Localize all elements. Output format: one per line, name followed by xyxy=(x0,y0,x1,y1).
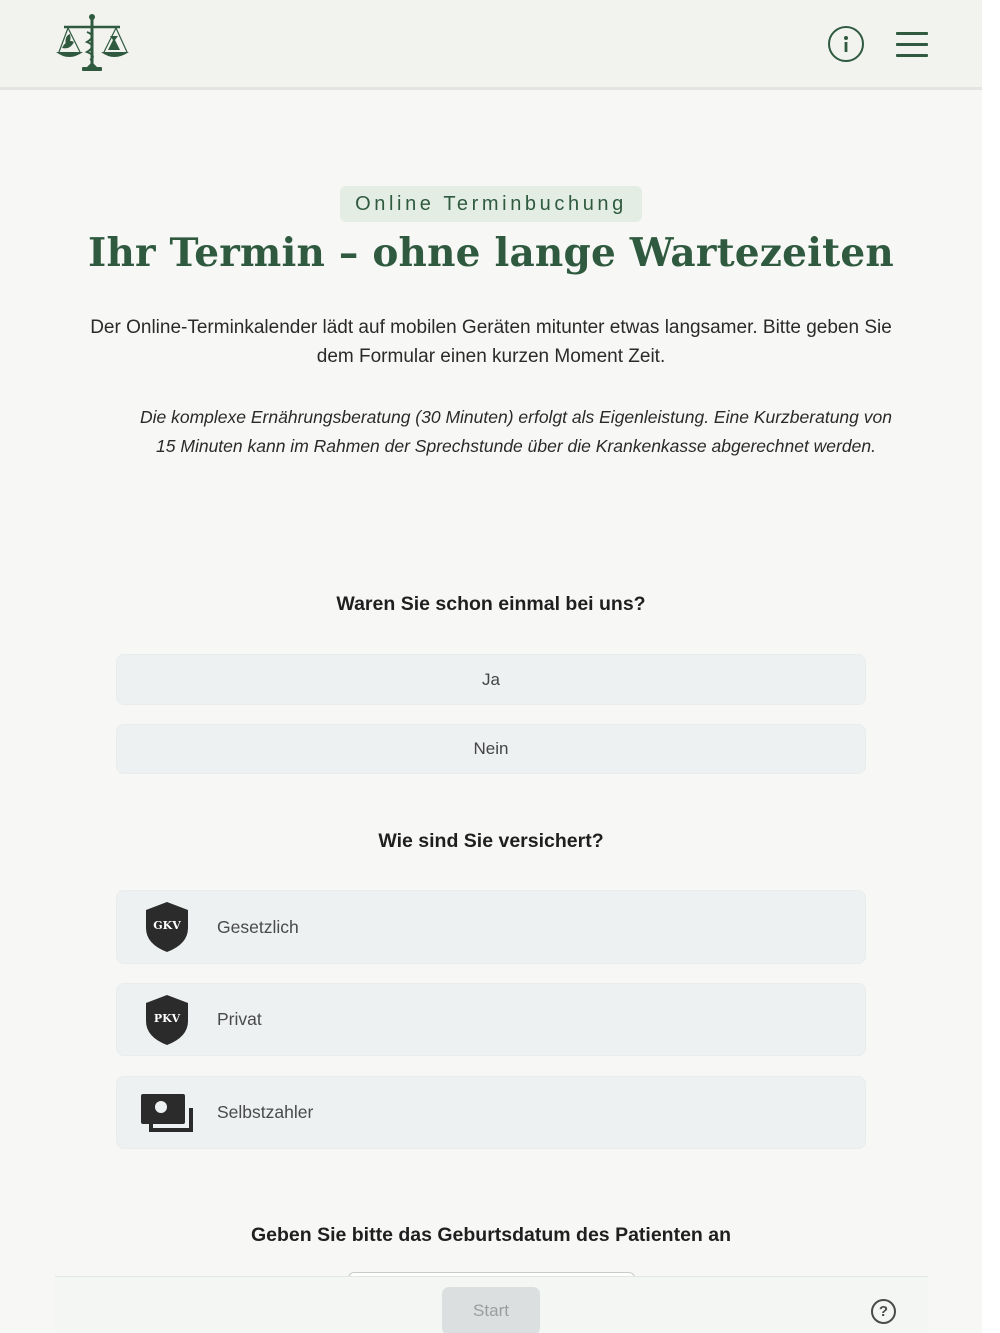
scales-caduceus-logo-icon[interactable] xyxy=(54,12,130,76)
insurance-option-gesetzlich[interactable]: GKV Gesetzlich xyxy=(116,890,866,964)
help-icon: ? xyxy=(878,1303,889,1320)
insurance-option-selbstzahler[interactable]: Selbstzahler xyxy=(116,1076,866,1149)
option-yes-button[interactable]: Ja xyxy=(116,654,866,705)
birthdate-question: Geben Sie bitte das Geburtsdatum des Pat… xyxy=(250,1224,732,1246)
option-yes-label: Ja xyxy=(482,669,500,689)
option-no-label: Nein xyxy=(473,739,509,758)
pkv-badge-text: PKV xyxy=(154,1012,181,1025)
cash-icon xyxy=(117,1092,217,1134)
shield-pkv-icon: PKV xyxy=(117,993,217,1047)
intro-text: Der Online-Terminkalender lädt auf mobil… xyxy=(90,317,892,367)
shield-gkv-icon: GKV xyxy=(117,900,217,954)
page-title: Ihr Termin – ohne lange Wartezeiten xyxy=(88,230,894,276)
billing-note: Die komplexe Ernährungsberatung (30 Minu… xyxy=(140,407,892,456)
hamburger-menu-button[interactable] xyxy=(896,30,928,58)
insurance-label-gesetzlich: Gesetzlich xyxy=(217,916,299,937)
top-navigation-bar xyxy=(0,0,982,90)
insurance-label-selbstzahler: Selbstzahler xyxy=(217,1102,314,1122)
gkv-badge-text: GKV xyxy=(153,919,181,932)
hamburger-line xyxy=(896,54,928,57)
visit-question: Waren Sie schon einmal bei uns? xyxy=(336,593,646,615)
insurance-option-privat[interactable]: PKV Privat xyxy=(116,983,866,1056)
eyebrow-badge: Online Terminbuchung xyxy=(340,186,642,222)
insurance-question: Wie sind Sie versichert? xyxy=(378,830,604,852)
hamburger-menu-icon xyxy=(896,32,928,35)
help-button[interactable]: ? xyxy=(871,1299,896,1324)
info-button[interactable] xyxy=(828,26,864,62)
start-button[interactable]: Start xyxy=(442,1287,540,1333)
option-no-button[interactable]: Nein xyxy=(116,724,866,774)
info-icon xyxy=(844,36,848,52)
hamburger-line xyxy=(896,43,928,46)
page-gutter xyxy=(982,0,1000,1333)
insurance-label-privat: Privat xyxy=(217,1009,262,1029)
